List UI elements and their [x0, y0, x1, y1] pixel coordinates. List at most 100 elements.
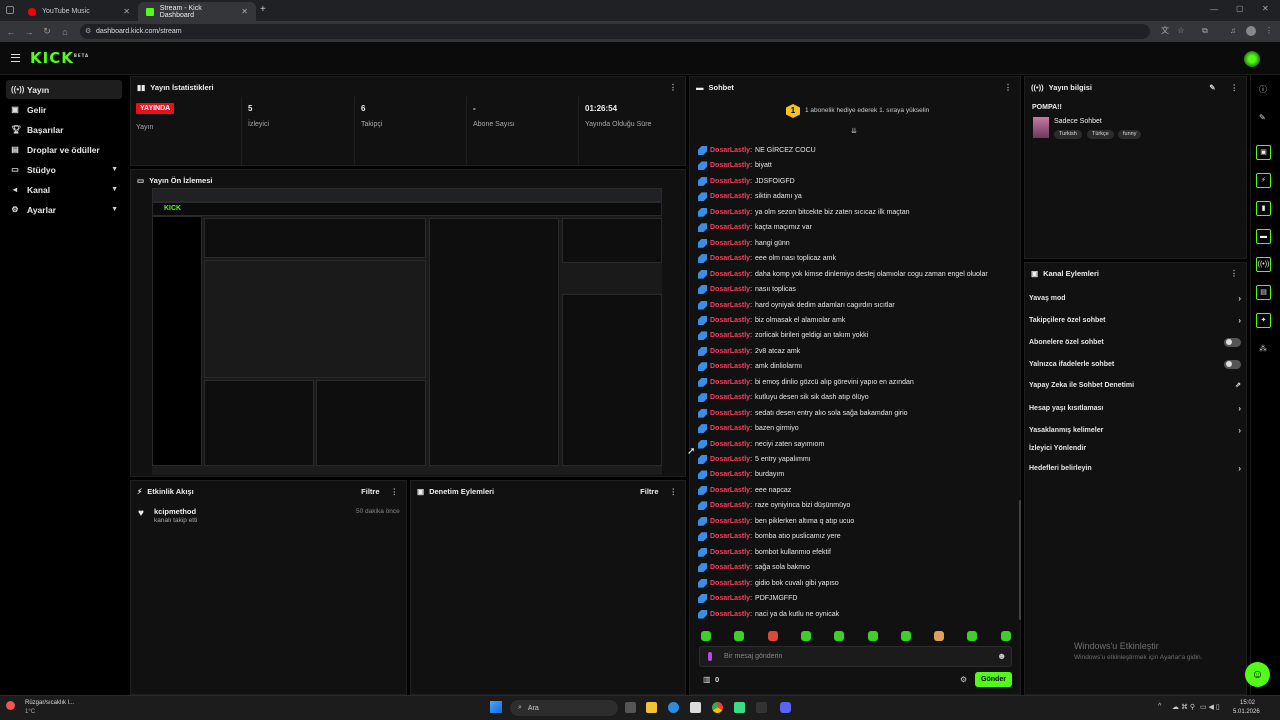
chat-message[interactable]: DosarLastly: NE GİRCEZ COCU [698, 146, 816, 155]
chat-message[interactable]: DosarLastly: zorlicak birileri geldigi an… [698, 331, 868, 341]
network-volume-icons[interactable]: ▭ ◀︎ ▯ [1200, 703, 1220, 711]
chat-message[interactable]: DosarLastly: eee napcaz [698, 485, 791, 495]
chat-username[interactable]: DosarLastly [710, 441, 750, 448]
action-followers-only[interactable]: Takipçilere özel sohbet › [1029, 313, 1241, 327]
moderation-filter-button[interactable]: Filtre [640, 487, 658, 496]
chat-message[interactable]: DosarLastly: bomba atıo puslicamız yere [698, 532, 841, 542]
chat-message[interactable]: DosarLastly:5 entry yapalımmı [698, 455, 811, 464]
chat-message[interactable]: DosarLastly: bombot kullanmıo efektif [698, 547, 831, 557]
chat-username[interactable]: DosarLastly [710, 580, 750, 587]
action-ai-moderation[interactable]: Yapay Zeka ile Sohbet Denetimi ⇗ [1029, 378, 1241, 392]
chat-message[interactable]: DosarLastly: biz olmasak el alamıolar amk [698, 315, 845, 325]
chat-message[interactable]: DosarLastly: ya olm sezon bitcekte biz za… [698, 207, 910, 217]
menu-icon[interactable] [11, 54, 20, 62]
more-options-icon[interactable]: ⋮ [391, 487, 399, 496]
chat-username[interactable]: DosarLastly [710, 456, 750, 463]
chat-username[interactable]: DosarLastly [710, 240, 750, 247]
emote-icon[interactable] [834, 631, 845, 641]
wrench-icon[interactable]: ✦ [1256, 313, 1271, 328]
chat-message[interactable]: DosarLastly: hangi günn [698, 238, 790, 248]
emote-icon[interactable] [867, 631, 878, 641]
taskbar-search[interactable]: ⌕ Ara [510, 700, 618, 716]
send-button[interactable]: Gönder [975, 672, 1012, 687]
chat-username[interactable]: DosarLastly [710, 147, 750, 154]
action-raid[interactable]: İzleyici Yönlendir [1029, 441, 1241, 455]
chat-username[interactable]: DosarLastly [710, 209, 750, 216]
user-avatar[interactable] [1244, 51, 1260, 67]
tab-search-icon[interactable] [6, 6, 14, 14]
chat-username[interactable]: DosarLastly [710, 410, 750, 417]
tag-chip[interactable]: Turkish [1054, 130, 1082, 139]
emote-icon[interactable] [701, 631, 711, 641]
action-account-age[interactable]: Hesap yaşı kısıtlaması › [1029, 401, 1241, 415]
chat-message[interactable]: DosarLastly: JDSFOIGFD [698, 176, 795, 186]
stream-preview-video[interactable]: KICK [152, 188, 662, 475]
shield-icon[interactable]: ▤ [1256, 285, 1271, 300]
chat-message[interactable]: DosarLastly: naci ya da kutlu ne oynicak [698, 609, 839, 619]
sidebar-item-ayarlar[interactable]: ⚙ Ayarlar ▼ [6, 200, 122, 219]
edge-icon[interactable] [668, 702, 679, 713]
chat-message[interactable]: DosarLastly: hard oyniyak dedim adamları … [698, 300, 895, 310]
chat-message[interactable]: DosarLastly: biyatt [698, 161, 772, 171]
chat-username[interactable]: DosarLastly [710, 348, 750, 355]
emote-icon[interactable] [734, 631, 745, 641]
chat-username[interactable]: DosarLastly [710, 471, 750, 478]
subs-only-toggle[interactable] [1224, 337, 1241, 347]
chat-username[interactable]: DosarLastly [710, 271, 750, 278]
profile-icon[interactable] [1246, 26, 1256, 36]
sidebar-item-gelir[interactable]: ▣ Gelir [6, 100, 122, 119]
chat-message[interactable]: DosarLastly: neciyi zaten sayımıom [698, 439, 824, 449]
discord-icon[interactable] [780, 702, 791, 713]
app-icon[interactable] [734, 702, 745, 713]
emote-icon[interactable] [900, 631, 911, 641]
close-tab-icon[interactable]: ✕ [123, 7, 130, 16]
emoji-icon[interactable]: ☻ [997, 651, 1006, 661]
more-options-icon[interactable]: ⋮ [1231, 83, 1239, 92]
emote-only-toggle[interactable] [1224, 359, 1241, 369]
chat-username[interactable]: DosarLastly [710, 611, 750, 618]
sidebar-item-basarilar[interactable]: 🏆︎ Başarılar [6, 120, 122, 139]
chat-username[interactable]: DosarLastly [710, 502, 750, 509]
chat-message[interactable]: DosarLastly: PDFJMGFFD [698, 594, 797, 604]
site-info-icon[interactable]: ⚙ [85, 27, 91, 35]
chat-message[interactable]: DosarLastly: burdayım [698, 470, 784, 480]
browser-menu-icon[interactable]: ⋮ [1264, 26, 1274, 36]
activity-filter-button[interactable]: Filtre [361, 487, 379, 496]
close-tab-icon[interactable]: ✕ [241, 7, 248, 16]
translate-icon[interactable]: 文 [1160, 26, 1170, 36]
sidebar-item-yayin[interactable]: ((•)) Yayın [6, 80, 122, 99]
chat-username[interactable]: DosarLastly [710, 178, 750, 185]
reload-icon[interactable]: ↻ [38, 26, 56, 37]
help-chat-icon[interactable]: ☺ [1245, 662, 1270, 687]
minimize-icon[interactable]: — [1210, 5, 1218, 14]
emote-icon[interactable] [967, 631, 978, 641]
chat-username[interactable]: DosarLastly [710, 317, 750, 324]
app-icon[interactable] [756, 702, 767, 713]
chat-username[interactable]: DosarLastly [710, 595, 750, 602]
clip-icon[interactable]: ▣ [1256, 145, 1271, 160]
forward-icon[interactable]: → [20, 27, 38, 37]
emote-icon[interactable] [934, 631, 945, 641]
chat-username[interactable]: DosarLastly [710, 487, 750, 494]
chat-scrollbar[interactable] [1019, 500, 1021, 620]
chat-message[interactable]: DosarLastly: kaçta maçımız var [698, 223, 812, 233]
address-bar[interactable]: dashboard.kick.com/stream [80, 24, 1150, 39]
points-icon[interactable]: ▥ [703, 675, 711, 684]
lightning-icon[interactable]: ⚡︎ [1256, 173, 1271, 188]
windows-start-icon[interactable] [490, 701, 502, 713]
chat-username[interactable]: DosarLastly [710, 302, 750, 309]
task-view-icon[interactable] [625, 702, 636, 713]
extensions-icon[interactable]: ⧉ [1200, 26, 1210, 36]
chat-bubble-icon[interactable]: ▬ [1256, 229, 1271, 244]
chat-message[interactable]: DosarLastly: eee olm nası toplicaz amk [698, 254, 836, 264]
media-control-icon[interactable]: ♫ [1228, 26, 1238, 36]
close-window-icon[interactable]: ✕ [1262, 4, 1269, 13]
more-options-icon[interactable]: ⋮ [670, 487, 678, 496]
clock-time[interactable]: 15:02 [1240, 700, 1255, 706]
chat-username[interactable]: DosarLastly [710, 363, 750, 370]
chat-message[interactable]: DosarLastly: daha komp yok kimse dinlemiy… [698, 269, 988, 279]
chat-message[interactable]: DosarLastly:2v8 atcaz amk [698, 346, 800, 356]
chat-username[interactable]: DosarLastly [710, 193, 750, 200]
store-icon[interactable] [690, 702, 701, 713]
tag-chip[interactable]: Türkçe [1087, 130, 1114, 139]
